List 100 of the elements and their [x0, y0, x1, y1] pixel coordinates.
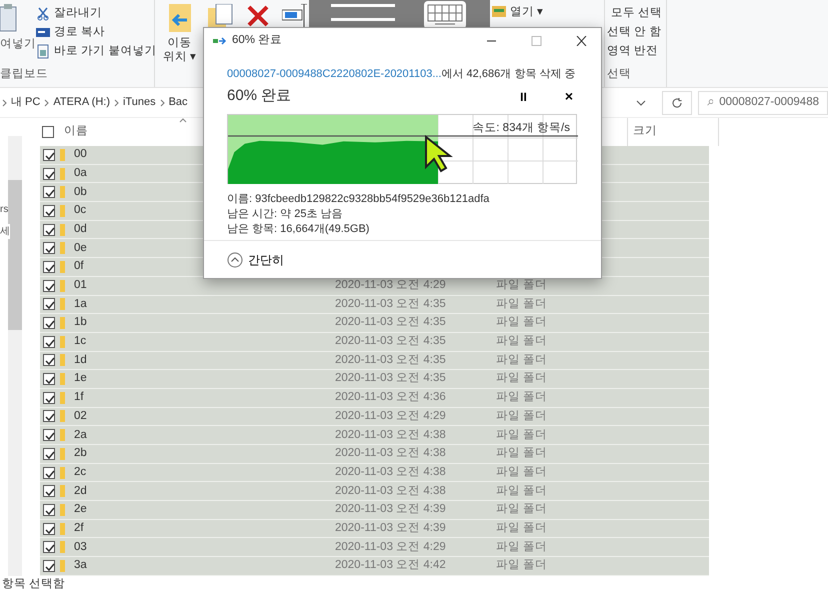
file-name[interactable]: 1c — [74, 333, 335, 350]
date-cell-text: 2020-11-03 오전 4:29 — [335, 408, 447, 424]
breadcrumb-item[interactable]: iTunes — [122, 94, 156, 111]
type-cell-text: 파일 폴더 — [496, 520, 548, 536]
checkbox[interactable] — [43, 410, 55, 422]
breadcrumb-item[interactable]: ATERA (H:) — [53, 94, 110, 111]
search-field[interactable]: 00008027-0009488 — [698, 90, 828, 114]
delete-icon[interactable] — [246, 4, 270, 28]
checkbox[interactable] — [43, 429, 55, 442]
ribbon-command[interactable]: 선택 안 함 — [607, 24, 662, 42]
ribbon-command[interactable]: 바로 가기 붙여넣기 — [54, 42, 156, 60]
folder-icon — [60, 448, 65, 460]
refresh-icon — [670, 96, 683, 108]
file-name[interactable]: 1b — [74, 314, 335, 332]
cursor-icon — [424, 134, 454, 173]
folder-icon — [60, 336, 65, 348]
breadcrumb-item[interactable]: Bac — [168, 94, 188, 111]
date-cell-text: 2020-11-03 오전 4:29 — [335, 540, 447, 555]
ribbon-command[interactable]: 잘라내기 — [54, 4, 102, 22]
open-command[interactable]: 열기 ▾ — [510, 4, 544, 22]
checkbox[interactable] — [43, 522, 55, 535]
paste-label[interactable]: 여넣기 — [0, 36, 36, 54]
date-cell-text: 2020-11-03 오전 4:38 — [335, 484, 447, 499]
file-name[interactable]: 2b — [74, 445, 335, 462]
folder-icon — [60, 148, 65, 161]
refresh-button[interactable] — [662, 90, 692, 114]
checkbox[interactable] — [43, 242, 55, 254]
detail-text: 남은 시간: 약 25초 남음 — [227, 206, 344, 222]
collapse-toggle[interactable]: 간단히 — [227, 250, 284, 268]
checkbox[interactable] — [43, 354, 55, 366]
checkbox[interactable] — [43, 466, 55, 479]
chevron-icon — [160, 98, 165, 106]
date-cell-text: 2020-11-03 오전 4:38 — [335, 446, 447, 462]
ribbon-command[interactable]: 경로 복사 — [54, 24, 106, 42]
group-label: 클립보드 — [0, 66, 49, 82]
file-name[interactable]: 2f — [74, 520, 335, 538]
folder-icon — [60, 242, 65, 254]
checkbox[interactable] — [43, 392, 55, 404]
search-icon — [706, 97, 714, 108]
folder-icon — [60, 298, 65, 310]
ribbon-command[interactable]: 영역 반전 — [607, 42, 658, 60]
checkbox[interactable] — [43, 280, 55, 292]
folder-icon — [60, 485, 65, 498]
breadcrumb-item[interactable]: 내 PC — [11, 94, 40, 111]
date-cell-text: 2020-11-03 오전 4:42 — [335, 558, 447, 574]
ribbon-command[interactable]: 모두 선택 — [611, 4, 662, 22]
checkbox[interactable] — [43, 148, 55, 161]
nav-text[interactable]: 세 — [0, 224, 10, 239]
type-cell-text: 파일 폴더 — [496, 484, 548, 499]
date-cell-text: 2020-11-03 오전 4:35 — [335, 334, 447, 350]
checkbox[interactable] — [42, 126, 54, 138]
path-icon — [36, 25, 50, 40]
date-cell-text: 2020-11-03 오전 4:35 — [335, 296, 447, 312]
pause-button[interactable]: II — [514, 88, 533, 106]
source-link[interactable]: 00008027-0009488C2220802E-20201103... — [227, 68, 442, 80]
checkbox[interactable] — [43, 485, 55, 498]
checkbox[interactable] — [43, 317, 55, 330]
checkbox[interactable] — [43, 224, 55, 236]
clipboard-icon[interactable] — [0, 4, 18, 32]
keyboard-icon[interactable] — [423, 0, 467, 30]
column-header[interactable]: 크기 — [633, 123, 718, 141]
checkbox[interactable] — [43, 373, 55, 386]
move-to-label[interactable]: 이동 — [163, 36, 196, 50]
file-name[interactable]: 01 — [74, 277, 335, 294]
checkbox[interactable] — [43, 504, 55, 516]
file-name[interactable]: 1f — [74, 389, 335, 406]
status-text: 항목 선택함 — [2, 576, 66, 592]
file-name[interactable]: 2c — [74, 464, 335, 482]
file-name[interactable]: 1d — [74, 352, 335, 370]
date-cell-text: 2020-11-03 오전 4:39 — [335, 520, 447, 536]
checkbox[interactable] — [43, 336, 55, 348]
checkbox[interactable] — [43, 186, 55, 198]
checkbox[interactable] — [43, 560, 55, 572]
file-name[interactable]: 02 — [74, 408, 335, 426]
checkbox[interactable] — [43, 298, 55, 310]
file-name[interactable]: 2d — [74, 482, 335, 500]
type-cell-text: 파일 폴더 — [496, 390, 548, 406]
file-name[interactable]: 2a — [74, 426, 335, 444]
file-name[interactable]: 2e — [74, 501, 335, 519]
checkbox[interactable] — [43, 541, 55, 554]
folder-icon — [60, 466, 65, 479]
date-cell-text: 2020-11-03 오전 4:35 — [335, 371, 447, 386]
file-name[interactable]: 1a — [74, 296, 335, 313]
type-cell-text: 파일 폴더 — [496, 408, 548, 424]
move-to-label[interactable]: 위치 ▾ — [163, 50, 196, 64]
folder-icon — [60, 541, 65, 554]
file-name[interactable]: 1e — [74, 370, 335, 388]
checkbox[interactable] — [43, 260, 55, 273]
checkbox[interactable] — [43, 168, 55, 180]
open-folder-icon[interactable] — [492, 4, 506, 18]
file-name[interactable]: 3a — [74, 557, 335, 575]
type-cell-text: 파일 폴더 — [496, 446, 548, 462]
cancel-button[interactable]: × — [558, 86, 579, 107]
type-cell-text: 파일 폴더 — [496, 352, 548, 368]
folder-icon — [60, 224, 65, 236]
date-cell-text: 2020-11-03 오전 4:35 — [335, 352, 447, 368]
file-name[interactable]: 03 — [74, 538, 335, 556]
checkbox[interactable] — [43, 448, 55, 460]
checkbox[interactable] — [43, 204, 55, 217]
chevron-icon — [114, 98, 119, 106]
